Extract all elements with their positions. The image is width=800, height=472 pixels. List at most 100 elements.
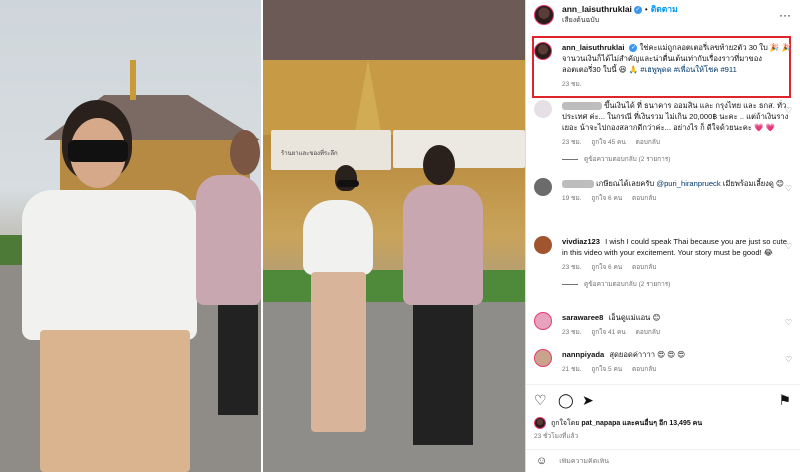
emoji-icon[interactable]: ☺: [536, 455, 547, 467]
comment-avatar[interactable]: [534, 100, 552, 118]
reply-button[interactable]: ตอบกลับ: [636, 139, 660, 146]
caption-time: 23 ชม.: [562, 81, 582, 88]
comment-time: 23 ชม.: [562, 264, 582, 271]
comment-time: 23 ชม.: [562, 329, 582, 336]
black-pants: [218, 305, 258, 415]
comment-mention[interactable]: @puri_hiranprueck: [656, 179, 720, 188]
heart-icon[interactable]: ♡: [785, 355, 792, 364]
comment-avatar[interactable]: [534, 178, 552, 196]
reply-button[interactable]: ตอบกลับ: [632, 195, 656, 202]
share-icon[interactable]: ➤: [582, 393, 594, 407]
separator-dot: •: [644, 5, 648, 14]
comment-likes[interactable]: ถูกใจ 6 คน: [591, 195, 622, 202]
temple-roof: [44, 95, 260, 140]
comment-avatar[interactable]: [534, 236, 552, 254]
follow-button[interactable]: ติดตาม: [651, 4, 678, 14]
comment-likes[interactable]: ถูกใจ 45 คน: [591, 139, 626, 146]
action-bar: ♡ ◯ ➤ ⚑: [526, 384, 800, 420]
comment-meta: 23 ชม. ถูกใจ 41 คน ตอบกลับ: [562, 327, 792, 338]
author-avatar[interactable]: [534, 5, 554, 25]
white-shirt: [303, 200, 373, 275]
header-meta: ann_laisuthruklai ✓ • ติดตาม เสียงต้นฉบับ: [562, 4, 678, 26]
white-shirt: [22, 190, 197, 340]
comment-likes[interactable]: ถูกใจ 6 คน: [591, 264, 622, 271]
comment-icon[interactable]: ◯: [558, 393, 574, 407]
comment-body: เกษียณได้เลยครับ @puri_hiranprueck เมียพ…: [562, 178, 792, 204]
gravel-ground: [263, 302, 525, 472]
add-comment-input[interactable]: [559, 457, 730, 465]
comment-avatar[interactable]: [534, 312, 552, 330]
verified-icon: ✓: [633, 5, 642, 14]
pink-shirt-person: [196, 175, 261, 305]
skirt: [40, 330, 190, 472]
comment-body: nannpiyada สุดยอดค่าาาา 😍 😍 😍 21 ชม. ถูก…: [562, 349, 792, 375]
reply-button[interactable]: ตอบกลับ: [632, 366, 656, 373]
comment-time: 19 ชม.: [562, 195, 582, 202]
author-username[interactable]: ann_laisuthruklai: [562, 4, 632, 14]
second-person-head: [230, 130, 260, 175]
liker-avatar[interactable]: [534, 417, 546, 429]
liked-by-suffix[interactable]: และคนอื่นๆ อีก 13,495 คน: [622, 418, 702, 429]
reply-button[interactable]: ตอบกลับ: [632, 264, 656, 271]
comment-likes[interactable]: ถูกใจ 5 คน: [591, 366, 622, 373]
audio-label[interactable]: เสียงต้นฉบับ: [562, 15, 678, 26]
heart-icon[interactable]: ♡: [785, 318, 792, 327]
comment-likes[interactable]: ถูกใจ 41 คน: [591, 329, 626, 336]
banner-text: ร้านยาและของที่ระลึก: [281, 151, 338, 157]
comment-time: 23 ชม.: [562, 139, 582, 146]
comment-time: 21 ชม.: [562, 366, 582, 373]
post-media[interactable]: ร้านยาและของที่ระลึก: [0, 0, 525, 472]
comment-body: vivdiaz123 I wish I could speak Thai bec…: [562, 236, 792, 290]
liked-by-user[interactable]: pat_napapa: [581, 420, 620, 427]
sunglasses: [337, 180, 359, 187]
comment-body: ขึ้นเงินได้ ที่ ธนาคาร ออมสิน และ กรุงไท…: [562, 100, 792, 165]
skirt: [311, 272, 366, 432]
video-frame-right: ร้านยาและของที่ระลึก: [263, 0, 525, 472]
comment-username[interactable]: nannpiyada: [562, 350, 604, 359]
reply-button[interactable]: ตอบกลับ: [636, 329, 660, 336]
temple-roof: [263, 0, 525, 60]
comment-meta: 23 ชม. ถูกใจ 6 คน ตอบกลับ: [562, 262, 792, 273]
blurred-username: [562, 180, 594, 188]
heart-icon[interactable]: ♡: [785, 184, 792, 193]
temple-facade: [263, 60, 525, 135]
black-pants: [413, 305, 473, 445]
bookmark-icon[interactable]: ⚑: [778, 393, 791, 407]
view-replies-button[interactable]: ดูข้อความตอบกลับ (2 รายการ): [562, 279, 792, 290]
hair: [335, 165, 357, 191]
pink-shirt-person: [403, 185, 483, 305]
instagram-post-view: ร้านยาและของที่ระลึก ann_laisuthruklai ✓ •…: [0, 0, 800, 472]
post-date: 23 ชั่วโมงที่แล้ว: [534, 433, 579, 440]
comment-text-2: เมียพร้อมเลี้ยงดู 😊: [722, 179, 784, 188]
sunglasses: [68, 140, 128, 162]
heart-icon[interactable]: ♡: [785, 242, 792, 251]
caption-body: ann_laisuthruklai ✓ ใช่คะแม่ถูกลอตเตอรี่เ…: [562, 42, 792, 90]
comment-username[interactable]: sarawaree8: [562, 313, 603, 322]
temple-spire: [130, 60, 136, 100]
video-frame-left: [0, 0, 261, 472]
banner-2: [393, 130, 525, 168]
comment-text: เอ็นดูแม่แอน 😊: [608, 313, 661, 322]
caption-avatar[interactable]: [534, 42, 552, 60]
second-person-head: [423, 145, 455, 185]
comment-username[interactable]: vivdiaz123: [562, 237, 600, 246]
post-header: ann_laisuthruklai ✓ • ติดตาม เสียงต้นฉบับ ·…: [526, 0, 800, 30]
more-icon[interactable]: ···: [779, 8, 791, 22]
comment-text: สุดยอดค่าาาา 😍 😍 😍: [609, 350, 686, 359]
comment-body: sarawaree8 เอ็นดูแม่แอน 😊 23 ชม. ถูกใจ 4…: [562, 312, 792, 338]
view-replies-button[interactable]: ดูข้อความตอบกลับ (2 รายการ): [562, 154, 792, 165]
comment-meta: 21 ชม. ถูกใจ 5 คน ตอบกลับ: [562, 364, 792, 375]
heart-icon[interactable]: ♡: [534, 393, 547, 407]
liked-by-prefix: ถูกใจโดย: [551, 419, 580, 427]
blurred-username: [562, 102, 602, 110]
add-comment-bar: ☺: [526, 449, 800, 472]
caption-username[interactable]: ann_laisuthruklai: [562, 43, 624, 52]
verified-icon: ✓: [629, 44, 638, 52]
heart-icon[interactable]: ♡: [785, 106, 792, 115]
comment-meta: 23 ชม. ถูกใจ 45 คน ตอบกลับ: [562, 137, 792, 148]
comment-text: เกษียณได้เลยครับ: [596, 179, 655, 188]
liked-by: ถูกใจโดย pat_napapa และคนอื่นๆ อีก 13,49…: [534, 417, 702, 429]
comment-meta: 19 ชม. ถูกใจ 6 คน ตอบกลับ: [562, 193, 792, 204]
caption-hashtags[interactable]: #เฮพูพุดด #เพื่อนให้โชค #911: [640, 65, 736, 74]
comment-avatar[interactable]: [534, 349, 552, 367]
